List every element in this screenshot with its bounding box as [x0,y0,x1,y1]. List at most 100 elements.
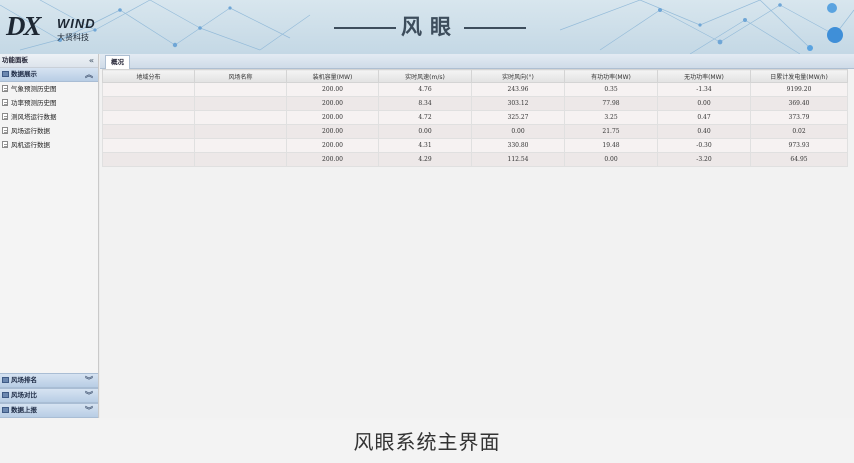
table-cell: 0.35 [564,82,658,97]
accordion-data-report[interactable]: 数据上报 ︾ [0,403,98,418]
table-cell [102,138,195,153]
sidebar-item-wind-farm-data[interactable]: 风场运行数据 [0,124,98,138]
sidebar-item-label: 气象预测历史图 [11,85,57,93]
document-icon [2,113,8,120]
accordion-label: 风场排名 [11,376,37,384]
folder-icon [2,407,9,413]
chevron-down-icon[interactable]: ︾ [85,389,93,402]
table-row[interactable]: 200.00 0.00 0.00 21.75 0.40 0.02 [102,124,848,139]
table-cell: 0.00 [657,96,751,111]
table-cell [194,110,287,125]
main-content: 概况 地域分布 风场名称 装机容量(MW) 实时风速(m/s) 实时风向(°) … [100,54,854,418]
table-cell: 0.00 [471,124,565,139]
table-cell [102,124,195,139]
table-cell [194,138,287,153]
table-cell: 4.29 [378,152,472,167]
table-row[interactable]: 200.00 8.34 303.12 77.98 0.00 369.40 [102,96,848,111]
table-cell: 200.00 [286,152,379,167]
table-cell: 64.95 [750,152,848,167]
logo-mark: DX [6,11,41,41]
table-cell: 0.40 [657,124,751,139]
logo-wind-text: WIND [57,16,96,31]
table-cell: 0.00 [378,124,472,139]
table-cell: 200.00 [286,138,379,153]
table-cell: 330.80 [471,138,565,153]
table-cell: 4.72 [378,110,472,125]
app-header: DX WIND 大贤科技 风眼 [0,0,854,54]
tab-strip: 概况 [100,54,854,69]
table-header-row: 地域分布 风场名称 装机容量(MW) 实时风速(m/s) 实时风向(°) 有功功… [102,69,848,83]
app-title-block: 风眼 [334,12,526,42]
column-header[interactable]: 日累计发电量(MW/h) [750,69,848,83]
table-cell: 243.96 [471,82,565,97]
table-cell: 19.48 [564,138,658,153]
table-cell: 0.47 [657,110,751,125]
table-cell: 200.00 [286,124,379,139]
sidebar-item-label: 风机运行数据 [11,141,50,149]
table-row[interactable]: 200.00 4.29 112.54 0.00 -3.20 64.95 [102,152,848,167]
table-cell: 973.93 [750,138,848,153]
table-cell: 4.76 [378,82,472,97]
folder-icon [2,71,9,77]
chevron-down-icon[interactable]: ︾ [85,374,93,387]
accordion-wind-farm-ranking[interactable]: 风场排名 ︾ [0,373,98,388]
app-title: 风眼 [401,15,459,39]
sidebar-item-label: 风场运行数据 [11,127,50,135]
table-cell: 369.40 [750,96,848,111]
column-header[interactable]: 风场名称 [194,69,287,83]
table-cell [194,124,287,139]
company-logo: DX WIND 大贤科技 [6,10,96,44]
table-cell: 112.54 [471,152,565,167]
accordion-label: 数据展示 [11,70,37,78]
title-divider-right [464,27,526,29]
table-cell: 9199.20 [750,82,848,97]
accordion-wind-farm-compare[interactable]: 风场对比 ︾ [0,388,98,403]
column-header[interactable]: 装机容量(MW) [286,69,379,83]
overview-table: 地域分布 风场名称 装机容量(MW) 实时风速(m/s) 实时风向(°) 有功功… [102,69,848,167]
table-cell: 8.34 [378,96,472,111]
accordion-label: 数据上报 [11,406,37,414]
function-panel-header: 功能面板 « [0,54,98,68]
sidebar-item-weather-forecast-history[interactable]: 气象预测历史图 [0,82,98,96]
sidebar-item-turbine-data[interactable]: 风机运行数据 [0,138,98,152]
table-cell [102,110,195,125]
collapsed-accordions: 风场排名 ︾ 风场对比 ︾ 数据上报 ︾ [0,373,98,418]
folder-icon [2,377,9,383]
document-icon [2,99,8,106]
column-header[interactable]: 无功功率(MW) [657,69,751,83]
folder-icon [2,392,9,398]
figure-caption: 风眼系统主界面 [353,430,501,454]
sidebar-item-label: 测风塔运行数据 [11,113,57,121]
column-header[interactable]: 实时风向(°) [471,69,565,83]
logo-company-name: 大贤科技 [57,33,89,42]
function-panel: 功能面板 « 数据展示 ︽ 气象预测历史图 功率预测历史图 测风塔运行数据 风场… [0,54,99,418]
function-panel-title: 功能面板 [2,56,28,64]
document-icon [2,85,8,92]
table-row[interactable]: 200.00 4.31 330.80 19.48 -0.30 973.93 [102,138,848,153]
column-header[interactable]: 有功功率(MW) [564,69,658,83]
column-header[interactable]: 地域分布 [102,69,195,83]
table-cell: 373.79 [750,110,848,125]
table-cell: 0.00 [564,152,658,167]
table-row[interactable]: 200.00 4.72 325.27 3.25 0.47 373.79 [102,110,848,125]
table-cell [102,82,195,97]
table-row[interactable]: 200.00 4.76 243.96 0.35 -1.34 9199.20 [102,82,848,97]
table-cell: -1.34 [657,82,751,97]
sidebar-item-met-tower-data[interactable]: 测风塔运行数据 [0,110,98,124]
table-cell [102,96,195,111]
title-divider-left [334,27,396,29]
collapse-panel-icon[interactable]: « [89,54,94,67]
table-cell: 303.12 [471,96,565,111]
chevron-up-icon[interactable]: ︽ [85,68,93,81]
chevron-down-icon[interactable]: ︾ [85,404,93,417]
table-cell: 77.98 [564,96,658,111]
sidebar-item-power-forecast-history[interactable]: 功率预测历史图 [0,96,98,110]
table-cell: 200.00 [286,96,379,111]
table-cell: 21.75 [564,124,658,139]
tab-overview[interactable]: 概况 [105,55,130,69]
document-icon [2,141,8,148]
table-cell: 200.00 [286,110,379,125]
table-cell [194,96,287,111]
column-header[interactable]: 实时风速(m/s) [378,69,472,83]
accordion-data-display[interactable]: 数据展示 ︽ [0,68,98,82]
